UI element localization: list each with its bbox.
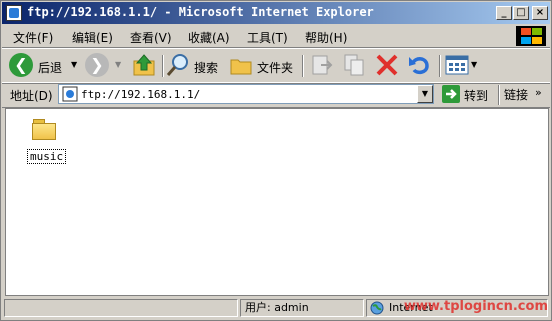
up-folder-icon: [133, 54, 155, 76]
browser-window: ftp://192.168.1.1/ - Microsoft Internet …: [0, 0, 552, 321]
title-bar[interactable]: ftp://192.168.1.1/ - Microsoft Internet …: [2, 2, 550, 24]
maximize-button[interactable]: □: [513, 6, 529, 20]
back-label: 后退: [38, 61, 63, 75]
menu-view[interactable]: 查看(V): [130, 29, 172, 46]
close-button[interactable]: ×: [532, 6, 548, 20]
status-text-pane: [4, 299, 238, 317]
forward-dropdown-icon[interactable]: ▼: [115, 60, 121, 69]
toolbar-separator: [439, 55, 441, 77]
menu-file[interactable]: 文件(F): [13, 29, 53, 46]
forward-arrow-icon: ❯: [85, 53, 109, 77]
toolbar-separator: [162, 55, 164, 77]
chevron-right-icon[interactable]: »: [535, 86, 542, 99]
forward-button[interactable]: ❯ ▼: [85, 53, 125, 79]
search-label: 搜索: [194, 61, 219, 75]
undo-button[interactable]: [407, 53, 433, 79]
views-button[interactable]: ▼: [445, 53, 481, 79]
window-title: ftp://192.168.1.1/ - Microsoft Internet …: [27, 5, 374, 19]
back-arrow-icon: ❮: [9, 53, 33, 77]
copy-to-icon: [344, 54, 364, 76]
windows-logo-icon: [516, 26, 546, 46]
back-dropdown-icon[interactable]: ▼: [71, 60, 77, 69]
back-button[interactable]: ❮ 后退 ▼: [9, 53, 79, 79]
menu-tools[interactable]: 工具(T): [247, 29, 288, 46]
delete-icon: [376, 54, 398, 76]
go-label: 转到: [464, 89, 489, 103]
search-icon: [166, 54, 188, 76]
copy-to-button[interactable]: [342, 53, 368, 79]
minimize-button[interactable]: _: [496, 6, 512, 20]
folders-button[interactable]: 文件夹: [229, 53, 297, 79]
toolbar-separator: [302, 55, 304, 77]
views-dropdown-icon[interactable]: ▼: [471, 60, 477, 69]
globe-icon: [370, 301, 384, 315]
ie-icon: [6, 5, 22, 21]
address-bar: 地址(D) ftp://192.168.1.1/ ▼ 转到 链接 »: [2, 82, 550, 108]
standard-toolbar: ❮ 后退 ▼ ❯ ▼ 搜索 文件夹 ▼: [2, 48, 550, 84]
move-to-button[interactable]: [310, 53, 336, 79]
menu-favorites[interactable]: 收藏(A): [188, 29, 230, 46]
menu-edit[interactable]: 编辑(E): [72, 29, 113, 46]
views-icon: [445, 55, 469, 75]
address-input[interactable]: ftp://192.168.1.1/: [81, 88, 200, 101]
folder-icon: [230, 59, 252, 75]
ie-page-icon: [62, 86, 78, 102]
move-to-icon: [312, 55, 333, 75]
go-arrow-icon: [442, 85, 460, 103]
menu-bar: 文件(F) 编辑(E) 查看(V) 收藏(A) 工具(T) 帮助(H): [2, 25, 550, 48]
status-user-pane: 用户: admin: [240, 299, 364, 317]
undo-icon: [409, 57, 429, 75]
folder-name: music: [27, 149, 67, 164]
links-button[interactable]: 链接: [504, 86, 528, 103]
address-label: 地址(D): [10, 89, 53, 103]
up-button[interactable]: [132, 53, 158, 79]
folders-label: 文件夹: [257, 61, 294, 75]
search-button[interactable]: 搜索: [166, 53, 221, 79]
watermark: www.tplogincn.com: [403, 299, 548, 314]
delete-button[interactable]: [375, 53, 401, 79]
folder-icon: [32, 119, 56, 140]
menu-help[interactable]: 帮助(H): [305, 29, 347, 46]
address-separator: [498, 85, 500, 105]
file-list-pane[interactable]: music: [5, 108, 549, 296]
address-field[interactable]: ftp://192.168.1.1/ ▼: [58, 84, 434, 104]
address-dropdown-button[interactable]: ▼: [417, 85, 433, 103]
go-button[interactable]: 转到: [440, 84, 496, 104]
